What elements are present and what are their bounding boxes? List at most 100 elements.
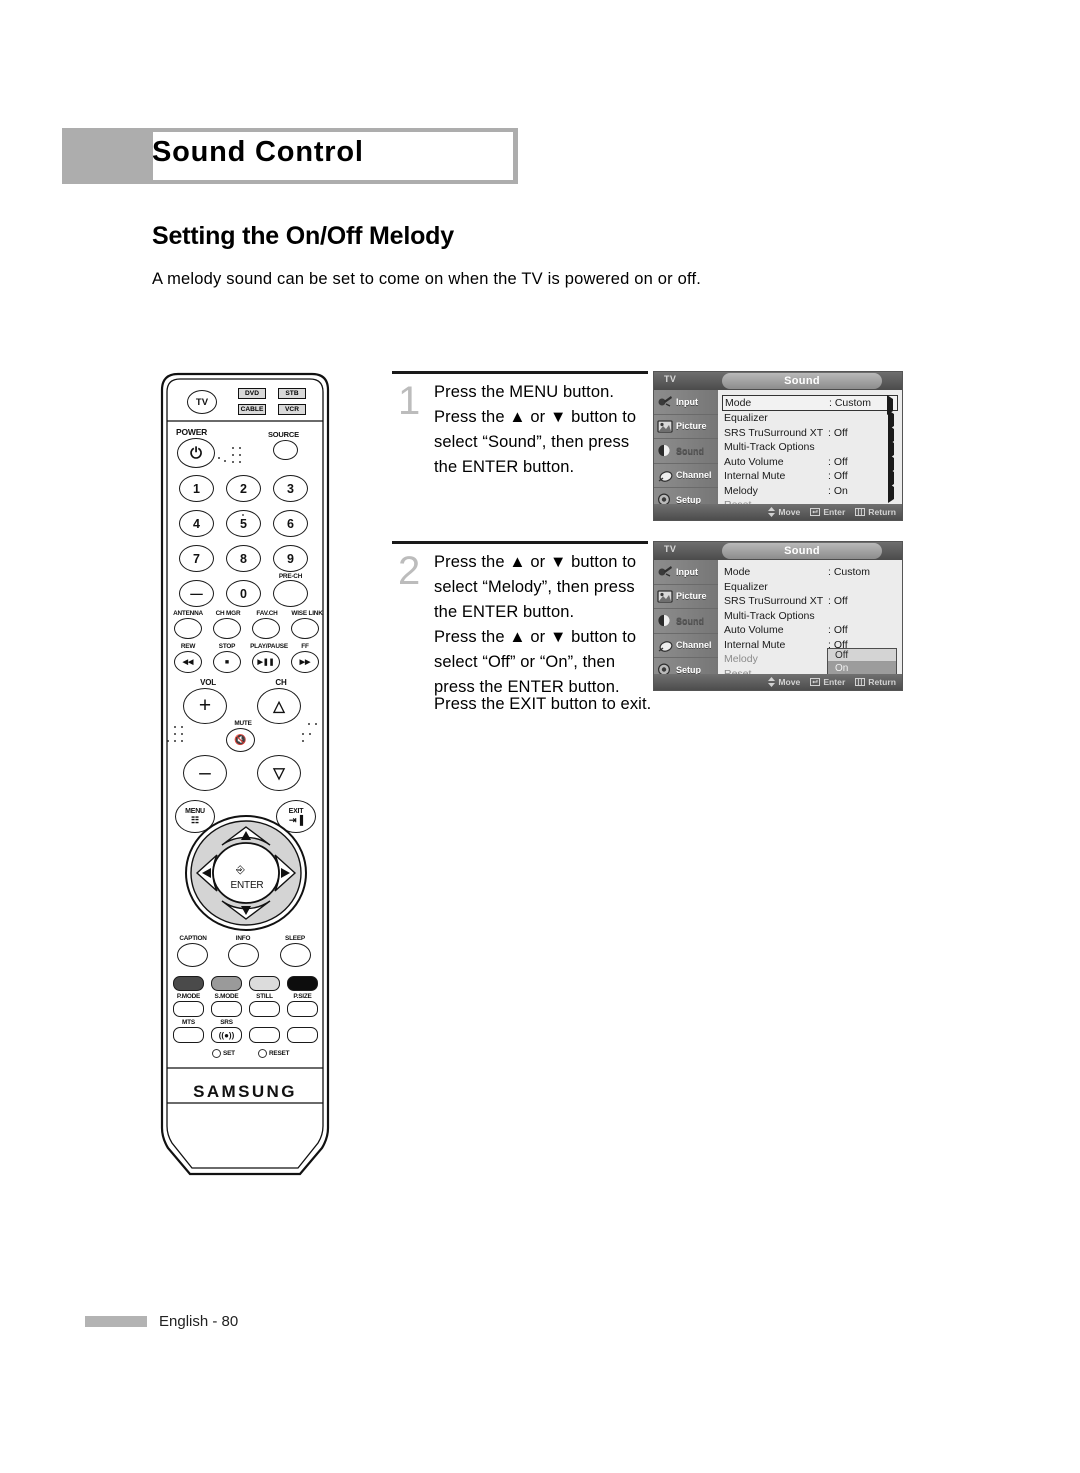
input-icon: [656, 394, 674, 410]
osd1-row-autovolume-value: : Off: [828, 455, 848, 468]
remote-cable-button[interactable]: CABLE: [238, 404, 266, 415]
remote-channel-down-button[interactable]: ▽: [257, 755, 301, 791]
remote-volume-up-button[interactable]: +: [183, 688, 227, 724]
remote-reset-group[interactable]: RESET: [258, 1049, 290, 1058]
osd2-row-srs[interactable]: SRS TruSurround XT : Off: [724, 594, 898, 609]
remote-key-8[interactable]: 8: [226, 545, 261, 572]
remote-set-group[interactable]: SET: [212, 1049, 235, 1058]
remote-tv-button[interactable]: TV: [187, 390, 217, 414]
remote-power-button[interactable]: ⏻: [177, 438, 215, 468]
osd1-row-multitrack[interactable]: Multi-Track Options: [724, 439, 898, 459]
remote-source-button[interactable]: [273, 440, 298, 460]
picture-icon: [656, 588, 674, 604]
remote-blank-button-1[interactable]: [249, 1027, 280, 1043]
remote-color-button-2[interactable]: [211, 976, 242, 991]
remote-key-4[interactable]: 4: [179, 510, 214, 537]
page-footer: English - 80: [85, 1313, 238, 1330]
osd2-hint-return: Return: [855, 677, 896, 687]
remote-dvd-button[interactable]: DVD: [238, 388, 266, 399]
remote-mts-button[interactable]: [173, 1027, 204, 1043]
step-1-line-4: the ENTER button.: [434, 458, 575, 476]
chevron-right-icon: [888, 482, 894, 503]
osd1-row-equalizer[interactable]: Equalizer: [724, 410, 898, 430]
remote-fav-ch-button[interactable]: [252, 618, 280, 639]
osd2-source-label: TV: [664, 544, 677, 554]
remote-caption-button[interactable]: [177, 943, 208, 967]
remote-p-mode-button[interactable]: [173, 1001, 204, 1017]
osd-sidebar-item-sound[interactable]: Sound: [654, 609, 718, 634]
remote-color-button-3[interactable]: [249, 976, 280, 991]
osd1-row-mode[interactable]: Mode : Custom: [722, 395, 898, 415]
remote-navigation-ring[interactable]: [184, 814, 308, 932]
osd-sidebar-item-channel[interactable]: Channel: [654, 634, 718, 658]
remote-antenna-button[interactable]: [174, 618, 202, 639]
remote-wise-link-button[interactable]: [291, 618, 319, 639]
remote-blank-button-2[interactable]: [287, 1027, 318, 1043]
osd2-row-autovolume[interactable]: Auto Volume : Off: [724, 623, 898, 638]
osd-sidebar-item-channel[interactable]: Channel: [654, 464, 718, 488]
remote-info-button[interactable]: [228, 943, 259, 967]
osd-sidebar-item-sound[interactable]: Sound: [654, 439, 718, 464]
melody-option-off[interactable]: Off: [828, 649, 896, 662]
remote-mute-button[interactable]: 🔇: [226, 728, 255, 752]
osd1-title-pill: Sound: [722, 373, 882, 389]
osd2-row-equalizer[interactable]: Equalizer: [724, 580, 898, 595]
step-1-number: 1: [398, 379, 421, 423]
reset-circle-icon: [258, 1049, 267, 1058]
osd1-row-melody[interactable]: Melody : On: [724, 482, 898, 503]
osd-sidebar-item-picture[interactable]: Picture: [654, 585, 718, 609]
remote-mute-label: MUTE: [234, 720, 252, 727]
osd2-row-internalmute-label: Internal Mute: [724, 638, 786, 651]
remote-still-label: STILL: [256, 993, 273, 1000]
osd1-row-internalmute-label: Internal Mute: [724, 470, 786, 483]
remote-key-2[interactable]: 2: [226, 475, 261, 502]
remote-key-1[interactable]: 1: [179, 475, 214, 502]
osd1-row-internalmute[interactable]: Internal Mute : Off: [724, 468, 898, 488]
remote-color-button-1[interactable]: [173, 976, 204, 991]
osd2-hint-move-label: Move: [778, 677, 801, 687]
remote-rew-button[interactable]: ◀◀: [174, 651, 202, 673]
return-icon: [855, 678, 866, 686]
step-2-line-1: Press the ▲ or ▼ button to: [434, 553, 637, 571]
remote-key-0[interactable]: 0: [226, 580, 261, 607]
osd2-hint-bar: Move Enter Return: [654, 674, 902, 690]
remote-key-dash[interactable]: —: [179, 580, 214, 607]
remote-still-button[interactable]: [249, 1001, 280, 1017]
remote-ff-button[interactable]: ▶▶: [291, 651, 319, 673]
sound-icon: [656, 613, 674, 629]
remote-color-button-4[interactable]: [287, 976, 318, 991]
remote-stop-button[interactable]: ■: [213, 651, 241, 673]
osd2-row-mode[interactable]: Mode : Custom: [724, 565, 898, 580]
remote-play-pause-label: PLAY/PAUSE: [250, 643, 288, 650]
remote-srs-button[interactable]: ((●)): [211, 1027, 242, 1043]
osd-sidebar-label-channel: Channel: [676, 470, 712, 481]
osd1-row-autovolume-label: Auto Volume: [724, 455, 784, 468]
remote-key-3[interactable]: 3: [273, 475, 308, 502]
melody-option-popup[interactable]: Off On: [827, 648, 897, 676]
osd2-row-multitrack[interactable]: Multi-Track Options: [724, 609, 898, 624]
footer-bar: [85, 1316, 147, 1327]
remote-play-pause-button[interactable]: ▶❚❚: [252, 651, 280, 673]
remote-key-6[interactable]: 6: [273, 510, 308, 537]
remote-s-mode-button[interactable]: [211, 1001, 242, 1017]
osd-sidebar-item-input[interactable]: Input: [654, 390, 718, 415]
remote-pre-ch-button[interactable]: [273, 580, 308, 607]
osd1-row-autovolume[interactable]: Auto Volume : Off: [724, 453, 898, 474]
remote-p-size-button[interactable]: [287, 1001, 318, 1017]
remote-sleep-button[interactable]: [280, 943, 311, 967]
remote-vol-label: VOL: [200, 678, 216, 687]
remote-volume-down-button[interactable]: –: [183, 755, 227, 791]
remote-control-illustration: TV DVD STB CABLE VCR POWER ⏻ SOURCE 1 2 …: [150, 368, 340, 1180]
remote-key-9[interactable]: 9: [273, 545, 308, 572]
remote-key-7[interactable]: 7: [179, 545, 214, 572]
remote-stb-button[interactable]: STB: [278, 388, 306, 399]
remote-channel-up-button[interactable]: △: [257, 688, 301, 724]
osd1-row-srs[interactable]: SRS TruSurround XT : Off: [724, 424, 898, 445]
osd-sidebar-item-input[interactable]: Input: [654, 560, 718, 585]
remote-vcr-button[interactable]: VCR: [278, 404, 306, 415]
osd-sidebar-label-picture: Picture: [676, 421, 707, 432]
osd1-menu-list: Mode : Custom Equalizer SRS TruSurround …: [718, 390, 902, 511]
osd-sidebar-label-channel: Channel: [676, 640, 712, 651]
remote-ch-mgr-button[interactable]: [213, 618, 241, 639]
osd-sidebar-item-picture[interactable]: Picture: [654, 415, 718, 439]
